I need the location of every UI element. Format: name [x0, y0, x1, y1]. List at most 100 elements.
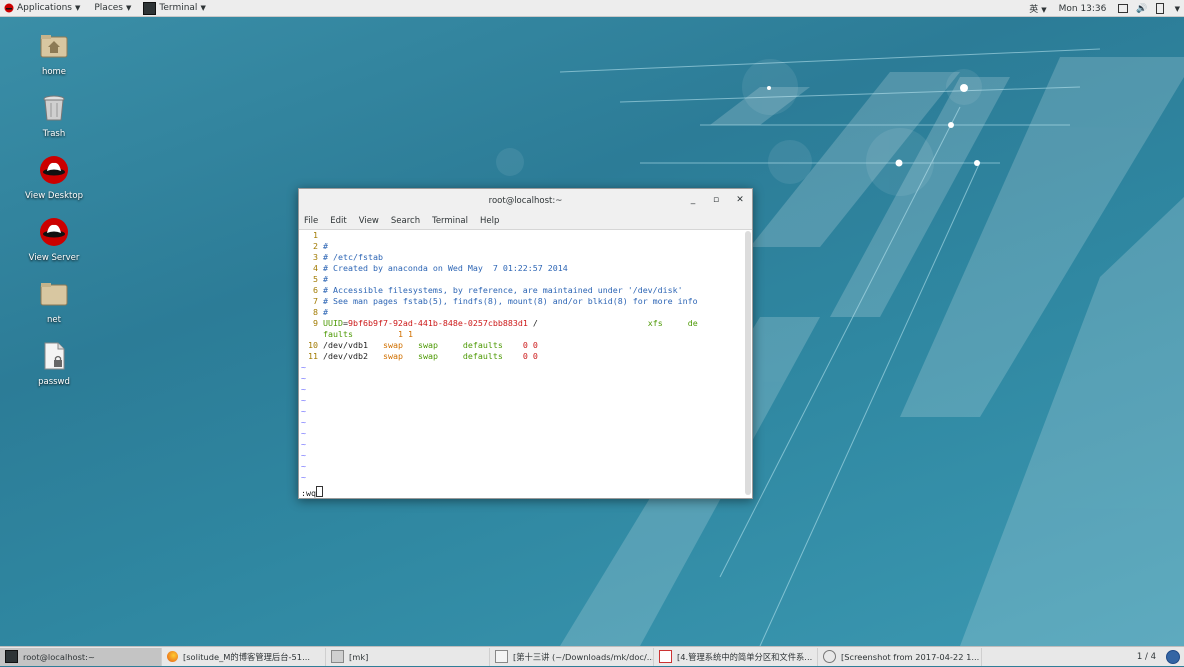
editor-line: 6 # Accessible filesystems, by reference…	[299, 285, 743, 296]
desktop-icon-passwd[interactable]: passwd	[19, 341, 89, 387]
workspace-indicator[interactable]: 1 / 4	[1137, 647, 1156, 667]
line-number: 5	[313, 274, 318, 284]
line-number: 10	[308, 340, 318, 350]
window-list: root@localhost:~ [solitude_M的博客管理后台-51..…	[0, 646, 1184, 666]
folder-icon	[40, 283, 68, 306]
chevron-down-icon: ▼	[74, 4, 81, 12]
terminal-app-menu[interactable]: Terminal ▼	[139, 0, 209, 17]
terminal-window: root@localhost:~ _ ▫ ✕ File Edit View Se…	[298, 188, 753, 499]
desktop-icon-trash[interactable]: Trash	[19, 93, 89, 139]
line-number: 2	[313, 241, 318, 251]
chevron-down-icon: ▼	[126, 4, 132, 12]
line-number: 1	[313, 230, 318, 240]
empty-line-marker: ~	[301, 406, 306, 416]
editor-line: 7 # See man pages fstab(5), findfs(8), m…	[299, 296, 743, 307]
text-cursor	[316, 486, 323, 497]
window-icon[interactable]	[1118, 4, 1129, 13]
firefox-icon	[167, 651, 178, 662]
terminal-menubar: File Edit View Search Terminal Help	[299, 212, 752, 230]
editor-line: 2 #	[299, 241, 743, 252]
file-manager-icon	[331, 650, 344, 663]
editor-line: 11 /dev/vdb2 swap swap defaults 0 0	[299, 351, 743, 362]
volume-icon[interactable]: 🔊	[1136, 4, 1147, 14]
task-image-viewer[interactable]: [Screenshot from 2017-04-22 1...	[818, 647, 982, 666]
desktop-icon-net[interactable]: net	[19, 279, 89, 325]
fs-type: swap	[417, 351, 438, 361]
applications-menu[interactable]: Applications ▼	[0, 0, 84, 17]
desktop-icon-label: passwd	[38, 377, 70, 387]
uuid-key: UUID	[323, 318, 343, 328]
task-document-viewer[interactable]: [4.管理系统中的简单分区和文件系...	[654, 647, 818, 666]
document-viewer-icon	[659, 650, 672, 663]
terminal-text-area[interactable]: 1 2 # 3 # /etc/fstab 4 # Created by anac…	[299, 230, 743, 498]
notification-icon[interactable]	[1166, 650, 1180, 664]
editor-line-wrap: faults 1 1	[299, 329, 743, 340]
editor-line: 1	[299, 230, 743, 241]
line-text: #	[323, 241, 328, 251]
empty-line-marker: ~	[301, 384, 306, 394]
terminal-app-label: Terminal	[159, 3, 198, 13]
line-text: #	[323, 274, 328, 284]
line-number: 11	[308, 351, 318, 361]
mount-options-continued: faults	[323, 329, 353, 339]
desktop-icon-view-desktop[interactable]: View Desktop	[19, 155, 89, 201]
line-text: # /etc/fstab	[323, 252, 383, 262]
editor-line: 3 # /etc/fstab	[299, 252, 743, 263]
desktop-icon-home[interactable]: home	[19, 31, 89, 77]
editor-line: 8 #	[299, 307, 743, 318]
task-terminal[interactable]: root@localhost:~	[0, 647, 162, 666]
folder-home-icon	[40, 35, 68, 58]
task-firefox[interactable]: [solitude_M的博客管理后台-51...	[162, 647, 326, 666]
task-label: [4.管理系统中的简单分区和文件系...	[677, 651, 813, 662]
task-label: [Screenshot from 2017-04-22 1...	[841, 651, 980, 662]
task-mk-folder[interactable]: [mk]	[326, 647, 490, 666]
mount-options: defaults	[462, 340, 503, 350]
desktop-icon-view-server[interactable]: View Server	[19, 217, 89, 263]
maximize-icon[interactable]: ▫	[709, 193, 723, 207]
scrollbar[interactable]	[745, 231, 751, 495]
line-number: 9	[313, 318, 318, 328]
desktop-icon-label: View Desktop	[25, 191, 83, 201]
minimize-icon[interactable]: _	[686, 193, 700, 207]
empty-line-marker: ~	[301, 373, 306, 383]
empty-line-marker: ~	[301, 439, 306, 449]
menu-file[interactable]: File	[304, 216, 318, 226]
dump-pass-values: 1 1	[397, 329, 413, 339]
input-method-indicator[interactable]: 英 ▼	[1029, 2, 1046, 15]
terminal-icon	[5, 650, 18, 663]
text-editor-icon	[495, 650, 508, 663]
desktop-icon-label: net	[47, 315, 61, 325]
menu-terminal[interactable]: Terminal	[432, 216, 468, 226]
empty-line-marker: ~	[301, 395, 306, 405]
desktop-icon-label: Trash	[42, 129, 66, 139]
line-text: # See man pages fstab(5), findfs(8), mou…	[323, 296, 698, 306]
system-menu-chevron-icon[interactable]: ▼	[1175, 5, 1180, 13]
empty-line-marker: ~	[301, 417, 306, 427]
mount-options: de	[687, 318, 698, 328]
clock[interactable]: Mon 13:36	[1059, 4, 1107, 14]
applications-label: Applications	[17, 3, 72, 13]
battery-icon[interactable]	[1155, 3, 1164, 14]
line-number: 8	[313, 307, 318, 317]
fs-type: xfs	[647, 318, 663, 328]
task-text-editor[interactable]: [第十三讲 (~/Downloads/mk/doc/...	[490, 647, 654, 666]
menu-view[interactable]: View	[359, 216, 379, 226]
task-label: [mk]	[349, 651, 369, 662]
menu-search[interactable]: Search	[391, 216, 420, 226]
line-text: #	[323, 307, 328, 317]
trash-icon	[43, 95, 65, 121]
vim-command-line[interactable]: :wq	[301, 486, 323, 498]
mount-point: /	[532, 318, 538, 328]
status-area: 英 ▼ Mon 13:36 🔊 ▼	[1029, 0, 1180, 17]
line-text: # Accessible filesystems, by reference, …	[323, 285, 683, 295]
places-label: Places	[94, 3, 123, 13]
window-titlebar[interactable]: root@localhost:~ _ ▫ ✕	[299, 189, 752, 212]
uuid-value: 9bf6b9f7-92ad-441b-848e-0257cbb883d1	[347, 318, 528, 328]
close-icon[interactable]: ✕	[733, 193, 747, 207]
mount-options: defaults	[462, 351, 503, 361]
empty-line-marker: ~	[301, 428, 306, 438]
line-number: 4	[313, 263, 318, 273]
menu-help[interactable]: Help	[480, 216, 499, 226]
menu-edit[interactable]: Edit	[330, 216, 346, 226]
places-menu[interactable]: Places ▼	[90, 0, 135, 17]
